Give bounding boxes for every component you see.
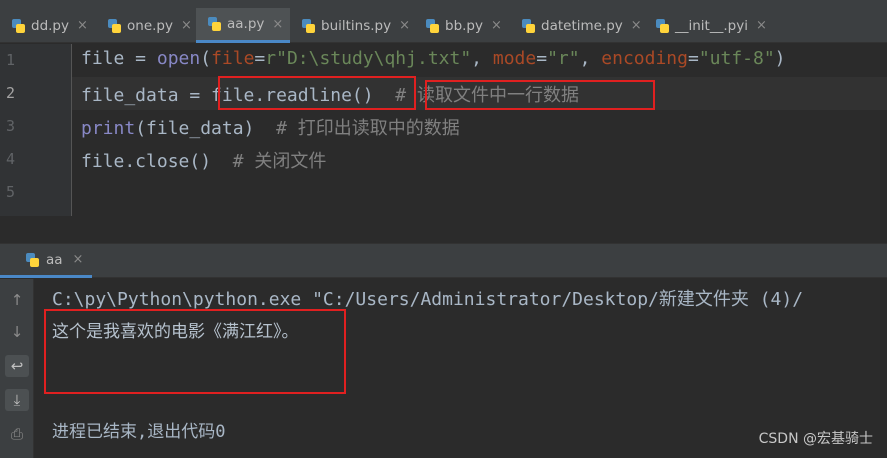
tab-bb-py[interactable]: bb.py × <box>414 8 510 43</box>
code-token: = <box>254 48 266 69</box>
code-comment: # 打印出读取中的数据 <box>276 118 460 139</box>
code-token: encoding <box>601 48 688 69</box>
python-file-icon <box>24 252 40 268</box>
code-line-1: file = open(file=r"D:\study\qhj.txt", mo… <box>81 48 786 69</box>
code-token: "utf-8" <box>698 48 775 69</box>
close-icon[interactable]: × <box>181 18 192 33</box>
code-token: file = <box>81 48 157 69</box>
title-strip <box>0 0 887 8</box>
code-token: print <box>81 118 136 139</box>
code-token: , <box>579 48 602 69</box>
line-number-gutter: 1 2 3 4 5 <box>0 44 72 216</box>
python-file-icon <box>520 18 536 34</box>
code-token: open <box>156 48 201 69</box>
code-line-4: file.close() # 关闭文件 <box>81 147 326 173</box>
tab-aa-py[interactable]: aa.py × <box>196 8 290 43</box>
code-token: file_data = <box>81 85 212 106</box>
code-token: (file_data) <box>135 118 255 139</box>
run-tab-aa[interactable]: aa × <box>0 244 92 278</box>
print-icon[interactable]: ⎙ <box>5 423 29 445</box>
highlight-box-readline <box>218 76 416 110</box>
code-token: "r" <box>547 48 580 69</box>
code-token: mode <box>492 48 537 69</box>
python-file-icon <box>424 18 440 34</box>
line-number: 2 <box>6 84 16 102</box>
down-arrow-icon[interactable]: ↓ <box>5 321 29 343</box>
tab-label: builtins.py <box>321 17 392 34</box>
watermark: CSDN @宏基骑士 <box>758 431 873 447</box>
soft-wrap-icon[interactable]: ↩ <box>5 355 29 377</box>
console-command-line: C:\py\Python\python.exe "C:/Users/Admini… <box>52 289 804 310</box>
close-icon[interactable]: × <box>73 252 84 267</box>
tab-dd-py[interactable]: dd.py × <box>0 8 96 43</box>
code-token: r"D:\study\qhj.txt" <box>265 48 472 69</box>
highlight-box-comment <box>425 80 655 110</box>
close-icon[interactable]: × <box>399 18 410 33</box>
code-editor[interactable]: 1 2 3 4 5 file = open(file=r"D:\study\qh… <box>0 44 887 216</box>
tab-datetime-py[interactable]: datetime.py × <box>510 8 644 43</box>
line-number: 4 <box>6 150 16 168</box>
console-exit-message: 进程已结束,退出代码0 <box>52 422 226 442</box>
code-token: ) <box>774 48 786 69</box>
up-arrow-icon[interactable]: ↑ <box>5 289 29 311</box>
close-icon[interactable]: × <box>77 18 88 33</box>
tab-init-pyi[interactable]: __init__.pyi × <box>644 8 780 43</box>
run-tab-label: aa <box>46 251 63 268</box>
tab-one-py[interactable]: one.py × <box>96 8 196 43</box>
code-line-3: print(file_data) # 打印出读取中的数据 <box>81 114 460 140</box>
run-tab-bar: aa × <box>0 244 887 278</box>
tab-label: __init__.pyi <box>675 17 748 34</box>
close-icon[interactable]: × <box>631 18 642 33</box>
tab-label: datetime.py <box>541 17 623 34</box>
code-token: = <box>687 48 699 69</box>
panel-separator <box>0 216 887 244</box>
close-icon[interactable]: × <box>272 17 283 32</box>
python-file-icon <box>300 18 316 34</box>
line-number: 5 <box>6 183 16 201</box>
highlight-box-output <box>44 309 346 394</box>
tab-label: aa.py <box>227 16 265 32</box>
code-token: , <box>471 48 493 69</box>
close-icon[interactable]: × <box>756 18 767 33</box>
editor-tab-bar: dd.py × one.py × aa.py × builtins.py × b… <box>0 0 887 43</box>
code-comment: # 关闭文件 <box>232 151 327 172</box>
tab-builtins-py[interactable]: builtins.py × <box>290 8 414 43</box>
python-file-icon <box>654 18 670 34</box>
tab-label: dd.py <box>31 17 69 34</box>
tab-label: one.py <box>127 17 173 34</box>
code-token: file <box>211 48 255 69</box>
line-number: 3 <box>6 117 16 135</box>
line-number: 1 <box>6 51 16 69</box>
scroll-to-end-icon[interactable]: ⤓ <box>5 389 29 411</box>
python-file-icon <box>106 18 122 34</box>
code-token: = <box>536 48 548 69</box>
code-token: ( <box>200 48 212 69</box>
run-toolbar: ↑ ↓ ↩ ⤓ ⎙ <box>0 279 34 458</box>
python-file-icon <box>10 18 26 34</box>
code-token: file.close() <box>81 151 212 172</box>
close-icon[interactable]: × <box>491 18 502 33</box>
python-file-icon <box>206 16 222 32</box>
tab-label: bb.py <box>445 17 483 34</box>
